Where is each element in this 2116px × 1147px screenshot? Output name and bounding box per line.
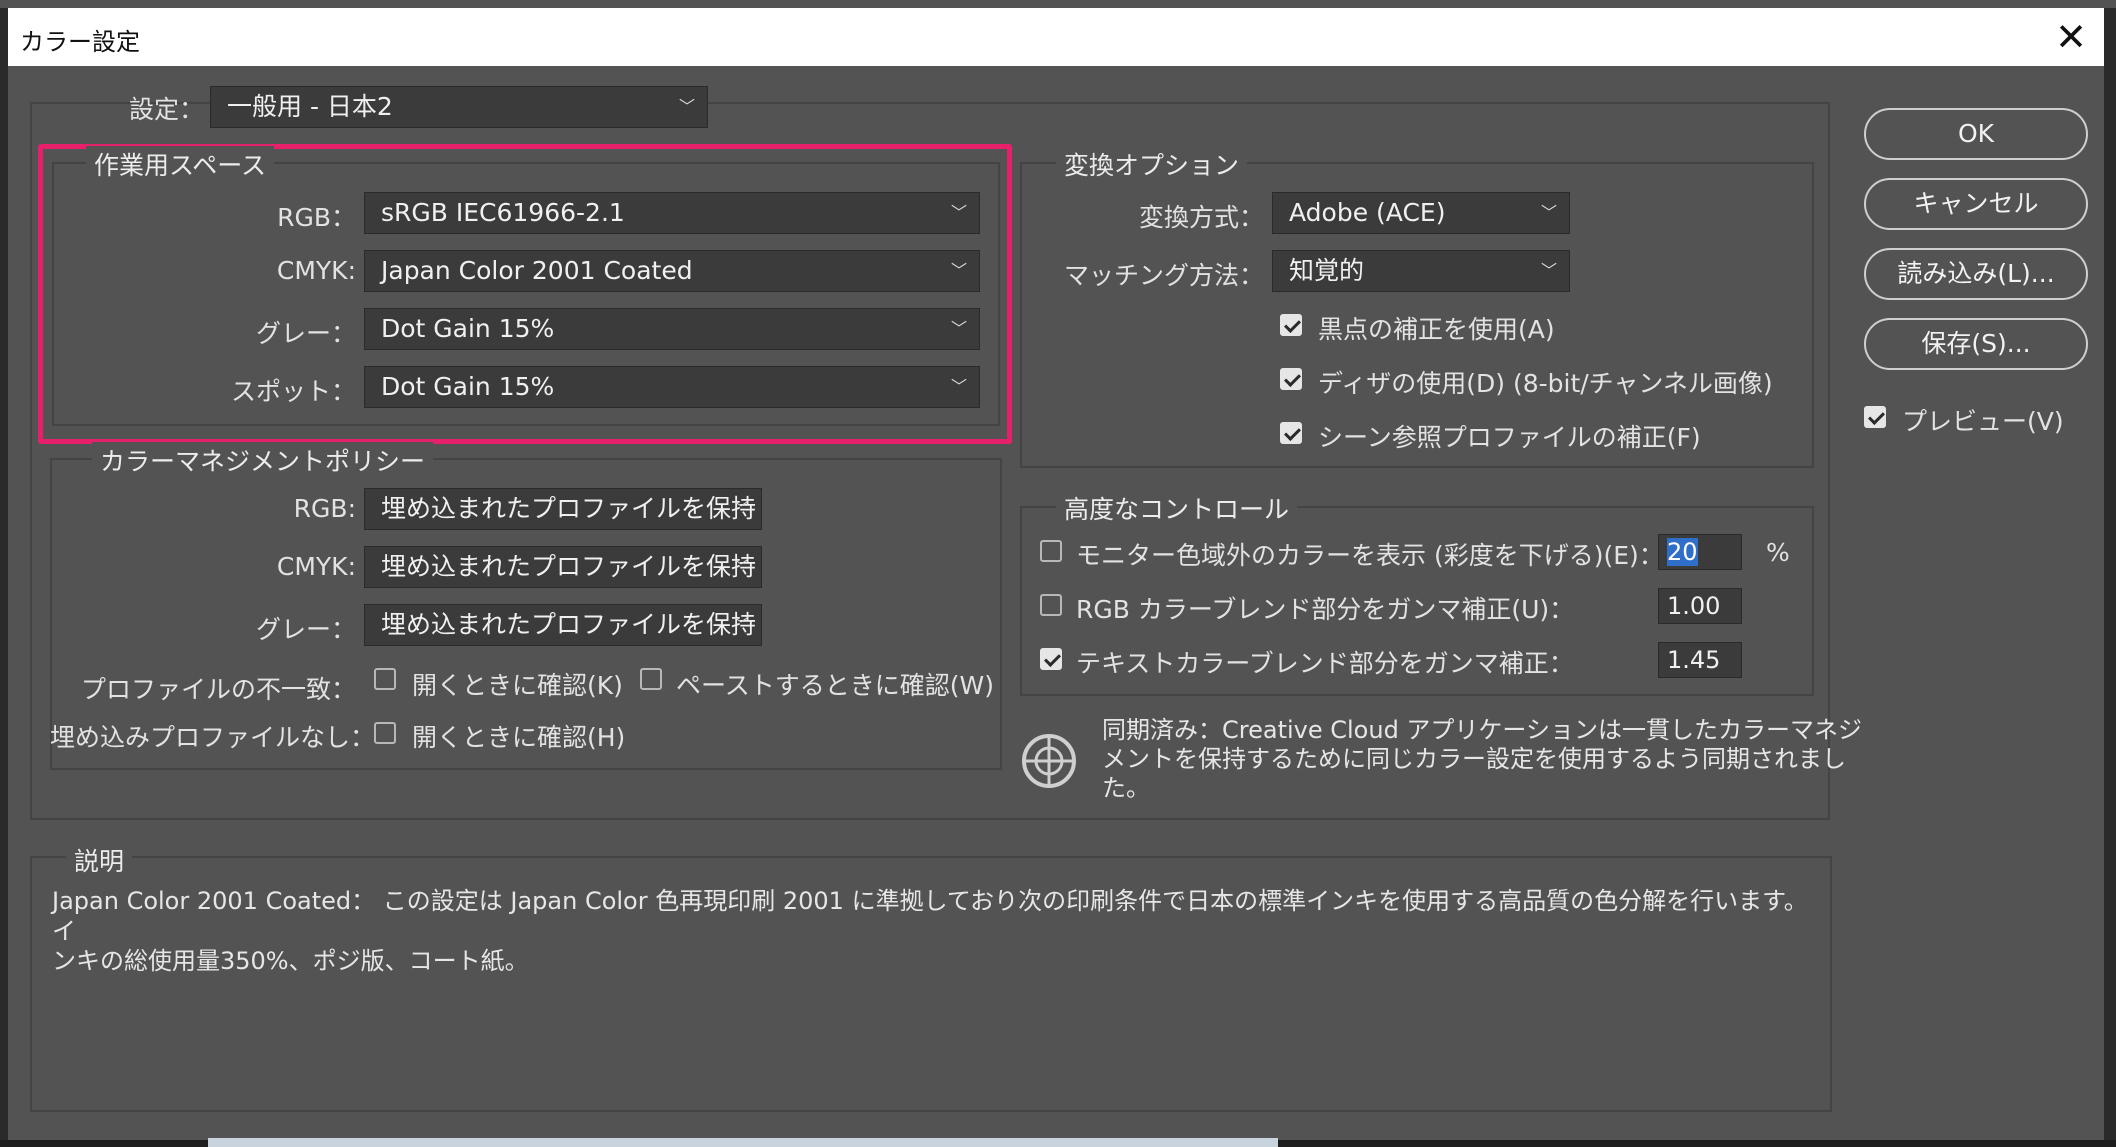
- sync-icon: [1020, 732, 1078, 790]
- description-legend: 説明: [66, 842, 133, 878]
- scene-checkbox[interactable]: [1280, 422, 1302, 444]
- ws-spot-dropdown[interactable]: Dot Gain 15% ﹀: [364, 366, 980, 408]
- preview-checkbox[interactable]: [1864, 406, 1886, 428]
- desaturate-checkbox[interactable]: [1040, 540, 1062, 562]
- ws-gray-label: グレー：: [255, 319, 356, 348]
- blend-rgb-label[interactable]: RGB カラーブレンド部分をガンマ補正(U)：: [1076, 590, 1574, 626]
- chevron-down-icon: ﹀: [1540, 261, 1557, 280]
- close-icon[interactable]: ✕: [2046, 14, 2096, 60]
- taskbar-strip: [208, 1138, 1278, 1147]
- settings-label: 設定：: [128, 95, 204, 124]
- blend-rgb-input[interactable]: 1.00: [1658, 588, 1742, 624]
- chevron-down-icon: ﹀: [950, 377, 967, 396]
- chevron-down-icon: ﹀: [678, 97, 695, 116]
- ws-rgb-dropdown[interactable]: sRGB IEC61966-2.1 ﹀: [364, 192, 980, 234]
- intent-value: 知覚的: [1289, 256, 1365, 285]
- ws-rgb-value: sRGB IEC61966-2.1: [381, 198, 625, 227]
- chevron-down-icon: ﹀: [732, 557, 749, 576]
- pol-cmyk-label: CMYK:: [276, 552, 356, 581]
- blend-text-checkbox[interactable]: [1040, 648, 1062, 670]
- mismatch-open-checkbox[interactable]: [374, 668, 396, 690]
- ws-cmyk-dropdown[interactable]: Japan Color 2001 Coated ﹀: [364, 250, 980, 292]
- desaturate-input[interactable]: 20: [1658, 534, 1742, 570]
- settings-dropdown[interactable]: 一般用 - 日本2 ﹀: [210, 86, 708, 128]
- chevron-down-icon: ﹀: [732, 499, 749, 518]
- mismatch-open-label[interactable]: 開くときに確認(K): [412, 666, 623, 702]
- chevron-down-icon: ﹀: [950, 203, 967, 222]
- desaturate-value: 20: [1667, 538, 1698, 566]
- ws-cmyk-label: CMYK:: [276, 256, 356, 285]
- window-title: カラー設定: [20, 28, 140, 56]
- description-line-2: ンキの総使用量350%、ポジ版、コート紙。: [52, 947, 529, 975]
- blend-text-input[interactable]: 1.45: [1658, 642, 1742, 678]
- window-frame-right: [2104, 8, 2116, 1147]
- settings-value: 一般用 - 日本2: [227, 92, 393, 121]
- save-button[interactable]: 保存(S)...: [1864, 318, 2088, 370]
- sync-line-3: た。: [1102, 774, 1150, 802]
- blend-rgb-checkbox[interactable]: [1040, 594, 1062, 616]
- missing-label: 埋め込みプロファイルなし：: [50, 723, 376, 752]
- chevron-down-icon: ﹀: [1540, 203, 1557, 222]
- pol-gray-value: 埋め込まれたプロファイルを保持: [381, 610, 757, 639]
- engine-dropdown[interactable]: Adobe (ACE) ﹀: [1272, 192, 1570, 234]
- ws-rgb-label: RGB：: [277, 203, 356, 232]
- ok-button[interactable]: OK: [1864, 108, 2088, 160]
- advanced-legend: 高度なコントロール: [1056, 490, 1298, 526]
- pol-rgb-value: 埋め込まれたプロファイルを保持: [381, 494, 757, 523]
- dither-checkbox[interactable]: [1280, 368, 1302, 390]
- pol-cmyk-dropdown[interactable]: 埋め込まれたプロファイルを保持 ﹀: [364, 546, 762, 588]
- mismatch-paste-checkbox[interactable]: [640, 668, 662, 690]
- blend-text-label[interactable]: テキストカラーブレンド部分をガンマ補正：: [1076, 644, 1574, 680]
- engine-value: Adobe (ACE): [1289, 198, 1446, 227]
- conversion-legend: 変換オプション: [1056, 146, 1248, 182]
- cancel-button[interactable]: キャンセル: [1864, 178, 2088, 230]
- pol-rgb-dropdown[interactable]: 埋め込まれたプロファイルを保持 ﹀: [364, 488, 762, 530]
- description-line-1: Japan Color 2001 Coated： この設定は Japan Col…: [52, 887, 1808, 945]
- ws-gray-value: Dot Gain 15%: [381, 314, 555, 343]
- pol-cmyk-value: 埋め込まれたプロファイルを保持: [381, 552, 757, 581]
- intent-label: マッチング方法：: [1063, 261, 1264, 290]
- ws-spot-label: スポット：: [230, 377, 356, 406]
- policies-legend: カラーマネジメントポリシー: [92, 442, 434, 478]
- chevron-down-icon: ﹀: [950, 319, 967, 338]
- preview-label[interactable]: プレビュー(V): [1902, 402, 2064, 438]
- sync-line-2: メントを保持するために同じカラー設定を使用するよう同期されまし: [1102, 745, 1846, 773]
- ws-cmyk-value: Japan Color 2001 Coated: [381, 256, 693, 285]
- ws-gray-dropdown[interactable]: Dot Gain 15% ﹀: [364, 308, 980, 350]
- description-text: Japan Color 2001 Coated： この設定は Japan Col…: [52, 886, 1822, 976]
- title-bar: [8, 8, 2104, 66]
- bpc-checkbox[interactable]: [1280, 314, 1302, 336]
- sync-line-1: 同期済み：Creative Cloud アプリケーションは一貫したカラーマネジ: [1102, 716, 1862, 744]
- desaturate-label[interactable]: モニター色域外のカラーを表示 (彩度を下げる)(E)：: [1076, 536, 1664, 572]
- intent-dropdown[interactable]: 知覚的 ﹀: [1272, 250, 1570, 292]
- missing-open-checkbox[interactable]: [374, 722, 396, 744]
- percent-label: %: [1766, 538, 1790, 567]
- load-button[interactable]: 読み込み(L)...: [1864, 248, 2088, 300]
- pol-gray-label: グレー：: [255, 615, 356, 644]
- mismatch-paste-label[interactable]: ペーストするときに確認(W): [676, 666, 994, 702]
- dither-label[interactable]: ディザの使用(D) (8-bit/チャンネル画像): [1318, 364, 1773, 400]
- chevron-down-icon: ﹀: [732, 615, 749, 634]
- engine-label: 変換方式：: [1138, 203, 1264, 232]
- missing-open-label[interactable]: 開くときに確認(H): [412, 718, 625, 754]
- sync-message: 同期済み：Creative Cloud アプリケーションは一貫したカラーマネジ …: [1102, 716, 1862, 803]
- ws-spot-value: Dot Gain 15%: [381, 372, 555, 401]
- pol-gray-dropdown[interactable]: 埋め込まれたプロファイルを保持 ﹀: [364, 604, 762, 646]
- working-spaces-legend: 作業用スペース: [86, 146, 275, 182]
- scene-label[interactable]: シーン参照プロファイルの補正(F): [1318, 418, 1701, 454]
- window-frame-left: [0, 8, 8, 1147]
- bpc-label[interactable]: 黒点の補正を使用(A): [1318, 310, 1555, 346]
- pol-rgb-label: RGB:: [293, 494, 356, 523]
- chevron-down-icon: ﹀: [950, 261, 967, 280]
- mismatch-label: プロファイルの不一致：: [80, 675, 356, 704]
